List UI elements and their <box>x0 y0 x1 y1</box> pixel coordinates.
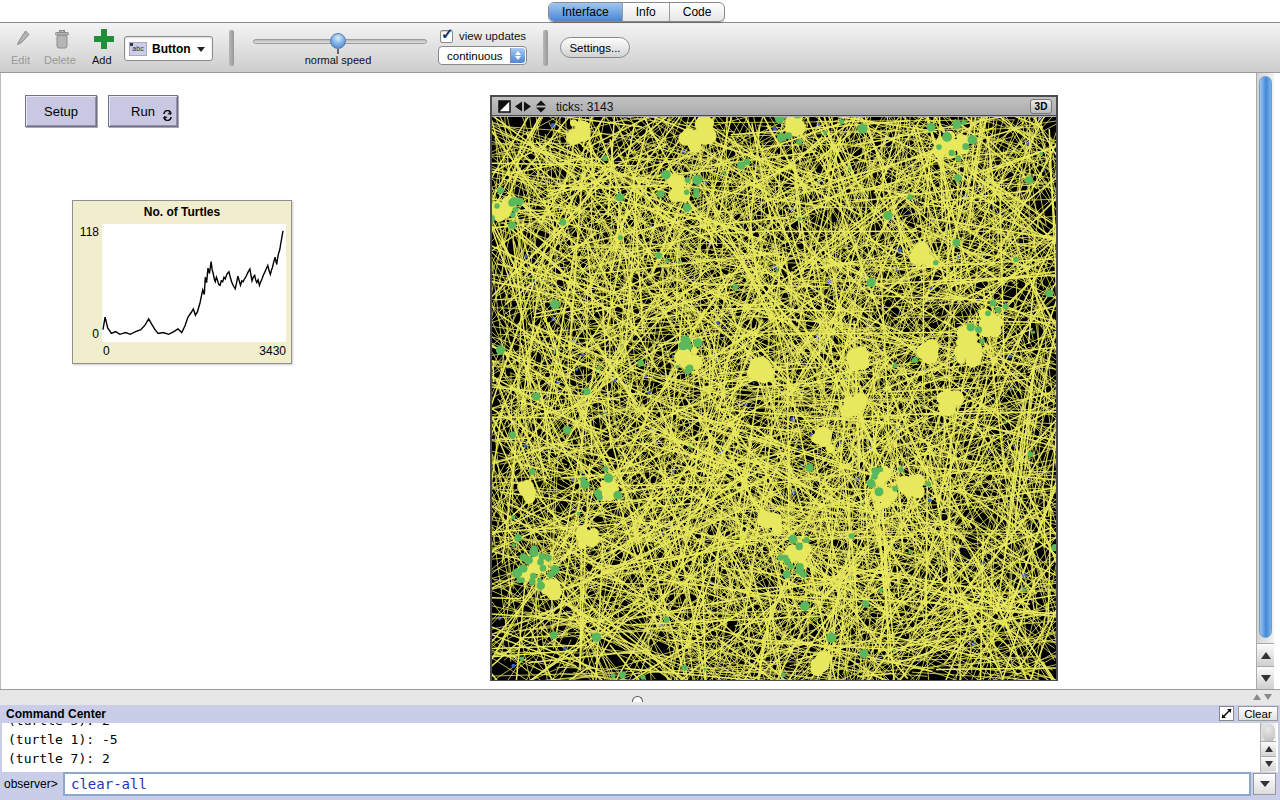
netlogo-window: Interface Info Code Edit Delete Add abc … <box>0 0 1280 800</box>
observer-prompt-label: observer> <box>4 772 58 796</box>
view-updates-checkbox[interactable]: ✓ <box>440 30 453 43</box>
world-view-titlebar[interactable]: ticks: 3143 3D <box>492 97 1056 116</box>
tab-info[interactable]: Info <box>622 3 669 21</box>
command-output[interactable]: (turtle 5): 2 (turtle 1): -5 (turtle 7):… <box>2 723 1278 772</box>
splitter-handle[interactable] <box>632 696 643 702</box>
command-center: Command Center Clear (turtle 5): 2 (turt… <box>0 705 1280 800</box>
collapse-down-icon <box>1264 694 1272 700</box>
widget-type-value: Button <box>152 42 191 56</box>
toolbar-separator <box>229 30 234 66</box>
output-scroll-down[interactable] <box>1261 756 1276 771</box>
plot-xmax-label: 3430 <box>213 344 286 358</box>
speed-slider-thumb[interactable] <box>330 33 346 49</box>
down-arrow-icon <box>1265 761 1273 767</box>
up-arrow-icon <box>1265 746 1273 752</box>
forever-icon <box>162 110 173 121</box>
ticks-counter: ticks: 3143 <box>556 100 613 114</box>
collapse-up-icon <box>1253 694 1261 700</box>
edit-button[interactable]: Edit <box>11 54 30 66</box>
plot-ymin-label: 0 <box>73 327 99 341</box>
plot-xmin-label: 0 <box>103 344 110 358</box>
command-center-header: Command Center Clear <box>0 705 1280 723</box>
command-history-dropdown[interactable] <box>1253 773 1276 795</box>
world-view-canvas[interactable] <box>492 117 1056 680</box>
view-updates-label: view updates <box>459 30 526 42</box>
add-button[interactable]: Add <box>92 54 112 66</box>
view-titlebar-icons <box>498 100 552 113</box>
output-scrollbar-thumb[interactable] <box>1263 724 1275 742</box>
plot-line-chart <box>102 224 286 342</box>
speed-slider-label: normal speed <box>288 54 388 66</box>
command-output-lines: (turtle 5): 2 (turtle 1): -5 (turtle 7):… <box>2 723 1278 768</box>
tab-bar: Interface Info Code <box>548 2 725 22</box>
scroll-up-button[interactable] <box>1257 643 1274 666</box>
tab-code[interactable]: Code <box>669 3 725 21</box>
command-input[interactable]: clear-all <box>63 772 1251 796</box>
main-vertical-scrollbar[interactable] <box>1256 73 1274 689</box>
command-center-title: Command Center <box>6 707 106 721</box>
plot-area <box>102 224 286 342</box>
toolbar: Edit Delete Add abc Button normal speed … <box>0 22 1280 73</box>
command-center-splitter[interactable] <box>0 689 1280 705</box>
diagonal-arrows-icon <box>1221 708 1232 719</box>
scroll-down-button[interactable] <box>1257 666 1274 689</box>
dropdown-arrow-icon <box>1260 781 1270 787</box>
export-window-button[interactable] <box>1219 706 1234 721</box>
down-arrow-icon <box>1261 675 1271 682</box>
run-button[interactable]: Run <box>108 95 178 127</box>
settings-button[interactable]: Settings... <box>560 37 630 58</box>
world-view-widget[interactable]: ticks: 3143 3D <box>490 95 1058 681</box>
add-plus-icon[interactable] <box>93 28 115 50</box>
delete-trash-icon[interactable] <box>53 28 71 51</box>
setup-button[interactable]: Setup <box>25 95 97 127</box>
plot-ymax-label: 118 <box>73 225 99 239</box>
update-mode-dropdown[interactable]: continuous <box>438 46 527 65</box>
toolbar-separator <box>543 30 548 66</box>
output-scroll-up[interactable] <box>1261 741 1276 756</box>
clear-button[interactable]: Clear <box>1238 706 1278 721</box>
tab-interface[interactable]: Interface <box>549 3 622 21</box>
up-arrow-icon <box>1261 652 1271 659</box>
splitter-collapse-arrows[interactable] <box>1253 694 1272 700</box>
scrollbar-thumb[interactable] <box>1259 76 1272 638</box>
checkmark-icon: ✓ <box>441 25 454 43</box>
update-mode-value: continuous <box>447 50 503 62</box>
dropdown-arrow-icon <box>197 47 205 52</box>
output-scrollbar[interactable] <box>1260 723 1276 772</box>
edit-pencil-icon[interactable] <box>15 29 31 51</box>
interface-canvas-area: Setup Run No. of Turtles 118 0 0 3430 <box>0 73 1280 689</box>
delete-button[interactable]: Delete <box>44 54 76 66</box>
plot-title: No. of Turtles <box>73 205 291 219</box>
view-3d-button[interactable]: 3D <box>1030 99 1052 114</box>
command-input-value: clear-all <box>71 776 147 792</box>
stepper-icon <box>510 48 525 63</box>
button-widget-icon: abc <box>129 42 147 56</box>
plot-widget[interactable]: No. of Turtles 118 0 0 3430 <box>72 200 292 364</box>
widget-type-dropdown[interactable]: abc Button <box>124 36 213 61</box>
